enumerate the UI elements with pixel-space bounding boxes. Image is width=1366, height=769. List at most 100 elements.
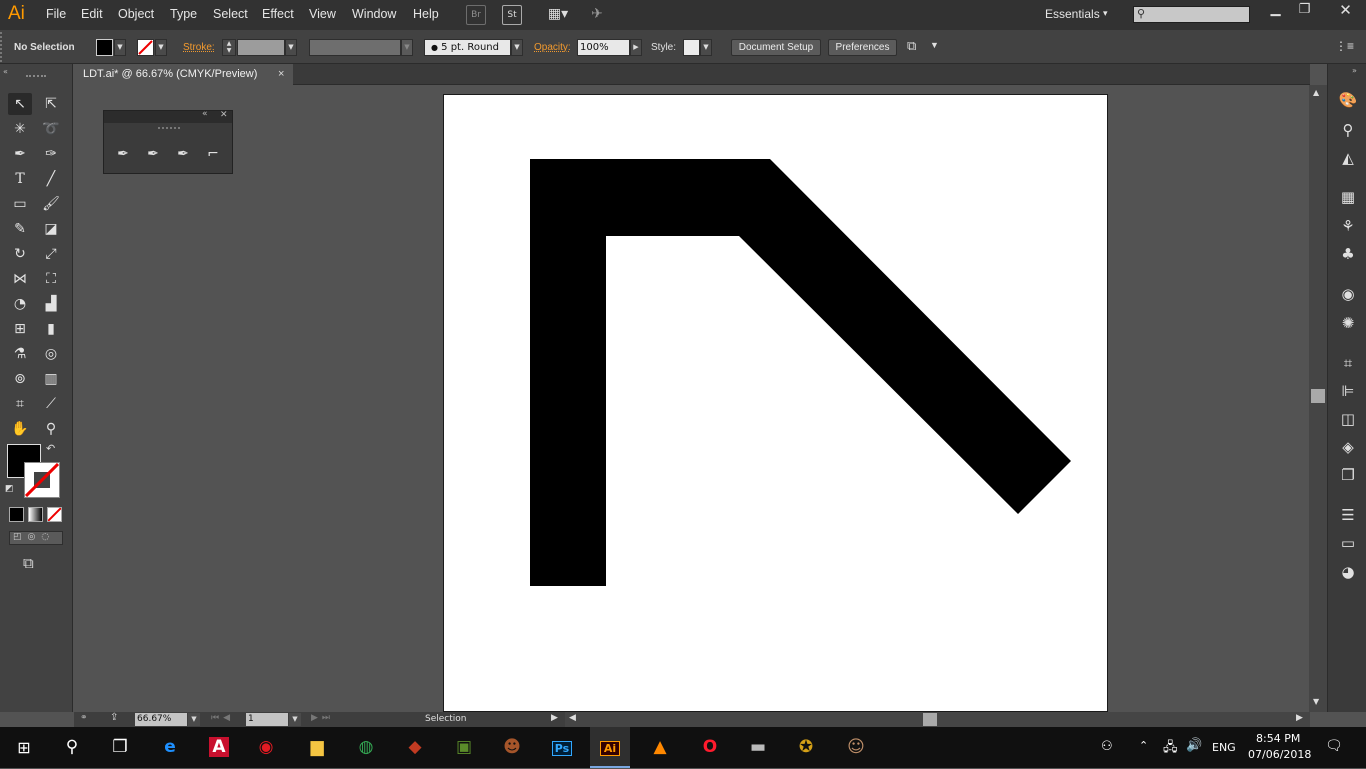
search-input[interactable]: ⚲: [1133, 6, 1250, 23]
collapse-panel-icon[interactable]: «: [202, 109, 208, 119]
gradient-mode-icon[interactable]: [28, 507, 43, 522]
change-screen-mode-icon[interactable]: ⧉: [23, 554, 34, 572]
curvature-tool-icon[interactable]: ✑: [39, 143, 63, 165]
artboard-nav-next-last[interactable]: ▶⏭: [311, 713, 334, 723]
people-icon[interactable]: ⚇: [1101, 739, 1113, 754]
properties-panel-icon[interactable]: ☰: [1337, 504, 1359, 526]
arrange-icon[interactable]: ⧉: [907, 38, 916, 54]
blend-tool-icon[interactable]: ◎: [39, 343, 63, 365]
arrange-documents-icon[interactable]: ▦▾: [543, 5, 573, 25]
game-emblem-icon[interactable]: ✪: [786, 727, 826, 768]
layers-panel-icon[interactable]: ◈: [1337, 436, 1359, 458]
delete-anchor-point-tool-icon[interactable]: ✒: [171, 143, 195, 165]
swatches-panel-icon[interactable]: ▦: [1337, 186, 1359, 208]
opacity-label[interactable]: Opacity:: [534, 42, 571, 53]
color-mode-icon[interactable]: [9, 507, 24, 522]
screen-recorder-icon[interactable]: ◉: [246, 727, 286, 768]
none-mode-icon[interactable]: [47, 507, 62, 522]
panel-gripper[interactable]: [158, 127, 180, 129]
lasso-tool-icon[interactable]: ➰: [39, 118, 63, 140]
artboard-number-input[interactable]: 1: [246, 713, 288, 726]
vlc-icon[interactable]: ▲: [640, 727, 680, 768]
close-icon[interactable]: ✕: [1325, 0, 1366, 20]
cc-libraries-icon[interactable]: ⚭: [80, 713, 88, 723]
artboard-dropdown[interactable]: ▼: [289, 713, 301, 726]
brushes-panel-icon[interactable]: ⚘: [1337, 215, 1359, 237]
perspective-grid-tool-icon[interactable]: ▟: [39, 293, 63, 315]
menu-select[interactable]: Select: [213, 7, 248, 21]
autocad-icon[interactable]: A: [199, 727, 239, 768]
expand-panels-icon[interactable]: »: [1352, 66, 1357, 75]
eraser-tool-icon[interactable]: ◪: [39, 218, 63, 240]
align-panel-icon[interactable]: ⊫: [1337, 380, 1359, 402]
variable-width-profile[interactable]: [309, 39, 401, 56]
opacity-slider-arrow[interactable]: ▶: [630, 39, 642, 56]
close-tab-icon[interactable]: ×: [278, 64, 284, 85]
mesh-tool-icon[interactable]: ⊞: [8, 318, 32, 340]
horizontal-scrollbar[interactable]: ◀ ▶: [565, 712, 1310, 727]
anchor-point-tool-icon[interactable]: ⌐: [201, 143, 225, 165]
graphic-style-dropdown[interactable]: ▼: [700, 39, 712, 56]
stroke-label[interactable]: Stroke:: [183, 42, 215, 53]
brush-dropdown[interactable]: ▼: [511, 39, 523, 56]
menu-effect[interactable]: Effect: [262, 7, 294, 21]
width-tool-icon[interactable]: ⋈: [8, 268, 32, 290]
restore-icon[interactable]: ❐: [1287, 0, 1322, 20]
menu-file[interactable]: File: [46, 7, 66, 21]
illustrator-taskbar-icon[interactable]: Ai: [590, 727, 630, 768]
gpu-performance-icon[interactable]: ✈: [587, 5, 607, 25]
current-tool-status[interactable]: Selection: [425, 714, 466, 724]
eyedropper-tool-icon[interactable]: ⚗: [8, 343, 32, 365]
workspace-switcher[interactable]: Essentials: [1045, 7, 1100, 21]
edge-browser-icon[interactable]: e: [150, 727, 190, 768]
photoshop-icon[interactable]: Ps: [542, 727, 582, 768]
zoom-tool-icon[interactable]: ⚲: [39, 418, 63, 440]
scale-tool-icon[interactable]: ⤢: [39, 243, 63, 265]
appearance-panel-icon[interactable]: ✺: [1337, 312, 1359, 334]
free-transform-tool-icon[interactable]: ⛶: [39, 268, 63, 290]
artboard-nav-first-prev[interactable]: ⏮◀: [211, 713, 234, 723]
menu-edit[interactable]: Edit: [81, 7, 103, 21]
menu-window[interactable]: Window: [352, 7, 396, 21]
gradient-panel-icon[interactable]: ◭: [1337, 147, 1359, 169]
pen-tool-icon[interactable]: ✒: [8, 143, 32, 165]
minecraft-icon[interactable]: ▣: [444, 727, 484, 768]
start-windows-icon[interactable]: ⊞: [4, 727, 44, 768]
clock-date[interactable]: 07/06/2018: [1248, 748, 1311, 761]
chrome-browser-icon[interactable]: ◍: [346, 727, 386, 768]
chevron-down-icon[interactable]: ▾: [1103, 8, 1108, 19]
fill-dropdown[interactable]: ▼: [114, 39, 126, 56]
game-tank-icon[interactable]: ▬: [738, 727, 778, 768]
stroke-color-box[interactable]: [24, 462, 60, 498]
pathfinder-panel-icon[interactable]: ◫: [1337, 408, 1359, 430]
stroke-weight-stepper[interactable]: ▲ ▼: [222, 39, 236, 56]
rectangle-tool-icon[interactable]: ▭: [8, 193, 32, 215]
toolbar-gripper[interactable]: [26, 75, 46, 78]
panel-title-bar[interactable]: « ✕: [104, 109, 232, 123]
task-view-icon[interactable]: ❐: [100, 727, 140, 768]
tab-ldt-document[interactable]: LDT.ai* @ 66.67% (CMYK/Preview) ×: [73, 64, 293, 85]
language-indicator[interactable]: ENG: [1212, 741, 1236, 754]
color-panel-icon[interactable]: 🎨: [1337, 89, 1359, 111]
symbol-sprayer-tool-icon[interactable]: ⊚: [8, 368, 32, 390]
color-guide-icon[interactable]: ⚲: [1337, 119, 1359, 141]
action-center-icon[interactable]: 🗨: [1325, 738, 1343, 754]
close-panel-icon[interactable]: ✕: [220, 110, 228, 120]
selection-tool-icon[interactable]: ↖: [8, 93, 32, 115]
magic-wand-tool-icon[interactable]: ✳: [8, 118, 32, 140]
menu-type[interactable]: Type: [170, 7, 197, 21]
preferences-button[interactable]: Preferences: [828, 39, 897, 56]
line-segment-tool-icon[interactable]: ╱: [39, 168, 63, 190]
zoom-dropdown[interactable]: ▼: [188, 713, 200, 726]
stroke-dropdown[interactable]: ▼: [155, 39, 167, 56]
drawing-modes-icon[interactable]: ◰◎◌: [9, 531, 63, 545]
status-menu-arrow-icon[interactable]: ▶: [551, 713, 558, 723]
show-hidden-icons-chevron[interactable]: ⌃: [1139, 739, 1148, 752]
transparency-panel-icon[interactable]: ▭: [1337, 532, 1359, 554]
stroke-weight-input[interactable]: [237, 39, 285, 56]
control-panel-menu-icon[interactable]: ⋮≡: [1335, 39, 1354, 53]
column-graph-tool-icon[interactable]: ▥: [39, 368, 63, 390]
game-app-icon[interactable]: ☻: [492, 727, 532, 768]
scroll-down-icon[interactable]: ▼: [1313, 697, 1319, 706]
default-fill-stroke-icon[interactable]: ◩: [5, 484, 14, 494]
